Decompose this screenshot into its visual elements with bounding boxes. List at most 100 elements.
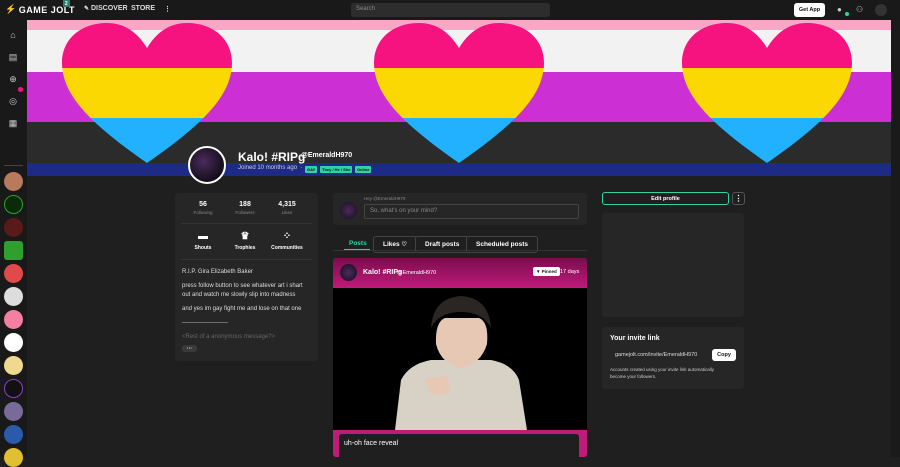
bio-line: <Rest of a anonymous message?> <box>182 334 276 340</box>
shouts-label: Shouts <box>194 245 212 251</box>
bio-line: press follow button to see whatever art … <box>182 283 303 289</box>
cart-icon[interactable]: ⊕ <box>6 72 20 86</box>
stat-label: Likes <box>281 210 293 215</box>
stat-value: 56 <box>199 201 207 208</box>
stat-following[interactable]: 56 Following <box>183 201 223 215</box>
joined-separator: · <box>300 165 303 171</box>
community-avatar[interactable] <box>4 333 23 352</box>
community-avatar[interactable] <box>4 425 23 444</box>
stat-label: Followers <box>235 210 255 215</box>
gamejolt-logo[interactable]: ⚡ GAME JOLT 2 <box>5 0 75 15</box>
community-avatar[interactable] <box>4 356 23 375</box>
post-image-figure <box>395 296 527 430</box>
top-bar: ⚡ GAME JOLT 2 ✎ DISCOVER STORE ⋮ Search … <box>0 0 900 20</box>
trophy-icon: ♛ <box>240 231 250 242</box>
community-avatar[interactable] <box>4 379 23 398</box>
composer-greeting: Hey @EmeraldH970 <box>364 196 406 201</box>
community-avatar[interactable] <box>4 448 23 467</box>
edit-profile-button[interactable]: Edit profile <box>602 192 729 205</box>
stat-value: 188 <box>239 201 251 208</box>
profile-banner <box>27 20 891 165</box>
bio-line: and yes im gay fight me and lose on that… <box>182 306 302 312</box>
tabs-divider <box>333 250 587 251</box>
community-avatar[interactable] <box>4 241 23 260</box>
pan-heart-graphic <box>682 23 852 163</box>
community-avatar[interactable] <box>4 264 23 283</box>
bio-more-button[interactable]: ··· <box>182 345 197 352</box>
ad-placeholder <box>602 213 744 317</box>
tab-likes-label: Likes <box>383 241 400 248</box>
trophies-link[interactable]: ♛ Trophies <box>225 231 265 251</box>
profile-more-button[interactable]: ⋮ <box>732 192 745 205</box>
pan-heart-graphic <box>374 23 544 163</box>
online-dot <box>845 12 849 16</box>
pin-icon: ▼ <box>536 269 541 274</box>
communities-icon: ⁘ <box>282 231 292 242</box>
joined-text: Joined 10 months ago <box>238 165 298 171</box>
divider <box>181 259 312 260</box>
divider <box>181 223 312 224</box>
post-composer: Hey @EmeraldH970 So, what's on your mind… <box>333 193 587 225</box>
stat-likes[interactable]: 4,315 Likes <box>267 201 307 215</box>
bio-line: ----------------------- <box>182 320 228 326</box>
stat-label: Following <box>193 210 213 215</box>
user-avatar[interactable] <box>875 4 887 16</box>
community-avatar[interactable] <box>4 218 23 237</box>
left-sidebar: ⌂ ▤ ⊕ ◎ ▦ <box>0 20 27 467</box>
pinned-post-card[interactable]: Kalo! #RIPg @EmeraldH970 ▼ Pinned 17 day… <box>333 258 587 457</box>
nav-discover-label: DISCOVER <box>90 5 128 12</box>
library-icon[interactable]: ▦ <box>6 116 20 130</box>
bio-line: out and watch me slowly slip into madnes… <box>182 292 296 298</box>
post-age: 17 days <box>560 269 580 275</box>
pinned-badge: ▼ Pinned <box>533 267 560 276</box>
nav-more-button[interactable]: ⋮ <box>164 5 171 13</box>
chat-icon[interactable]: ◎ <box>6 94 20 108</box>
profile-nav-strip <box>27 163 891 176</box>
chat-bubble-icon: ▬ <box>198 231 208 242</box>
communities-link[interactable]: ⁘ Communities <box>267 231 307 251</box>
invite-description: Accounts created using your invite link … <box>610 367 715 372</box>
profile-username: @EmeraldH970 <box>301 152 353 159</box>
heart-icon: ♡ <box>401 242 407 248</box>
post-caption: uh-oh face reveal <box>344 440 399 447</box>
lightning-icon: ⚡ <box>5 4 17 14</box>
profile-tag: GAY <box>305 166 318 173</box>
invite-link-card: Your invite link gamejolt.com/invite/Eme… <box>602 327 744 389</box>
post-author-avatar[interactable] <box>340 264 357 281</box>
get-app-button[interactable]: Get App <box>794 3 825 17</box>
post-caption-box: uh-oh face reveal <box>339 434 579 457</box>
store-icon[interactable]: ▤ <box>6 50 20 64</box>
post-image[interactable] <box>333 288 587 430</box>
bio-line: R.I.P. Gira Elizabeth Baker <box>182 269 253 275</box>
nav-store[interactable]: STORE <box>131 5 155 12</box>
search-input[interactable]: Search <box>351 3 550 17</box>
online-tag: Online <box>355 166 372 173</box>
post-author-username[interactable]: @EmeraldH970 <box>397 270 436 276</box>
composer-avatar <box>340 202 357 219</box>
profile-avatar[interactable] <box>188 146 226 184</box>
community-avatar[interactable] <box>4 310 23 329</box>
stat-value: 4,315 <box>278 201 296 208</box>
invite-url[interactable]: gamejolt.com/invite/EmeraldH970 <box>615 352 697 358</box>
invite-description: become your followers. <box>610 374 657 379</box>
friends-icon[interactable]: ⚇ <box>856 5 866 15</box>
pan-heart-graphic <box>62 23 232 163</box>
sidebar-divider <box>4 165 23 166</box>
composer-input[interactable]: So, what's on your mind? <box>364 204 579 219</box>
community-avatar[interactable] <box>4 402 23 421</box>
communities-label: Communities <box>271 245 303 251</box>
shouts-link[interactable]: ▬ Shouts <box>183 231 223 251</box>
community-avatar[interactable] <box>4 195 23 214</box>
pinned-label: Pinned <box>541 269 557 274</box>
joined-date: Joined 10 months ago · <box>238 165 303 171</box>
profile-tag: They / He / She <box>320 166 353 173</box>
nav-discover[interactable]: ✎ DISCOVER <box>84 5 128 12</box>
home-icon[interactable]: ⌂ <box>6 28 20 42</box>
community-avatar[interactable] <box>4 287 23 306</box>
community-avatar[interactable] <box>4 172 23 191</box>
stat-followers[interactable]: 188 Followers <box>225 201 265 215</box>
copy-invite-button[interactable]: Copy <box>712 349 736 361</box>
compass-icon: ✎ <box>84 6 90 12</box>
invite-title: Your invite link <box>610 335 660 342</box>
page-scrollbar[interactable] <box>891 20 900 457</box>
